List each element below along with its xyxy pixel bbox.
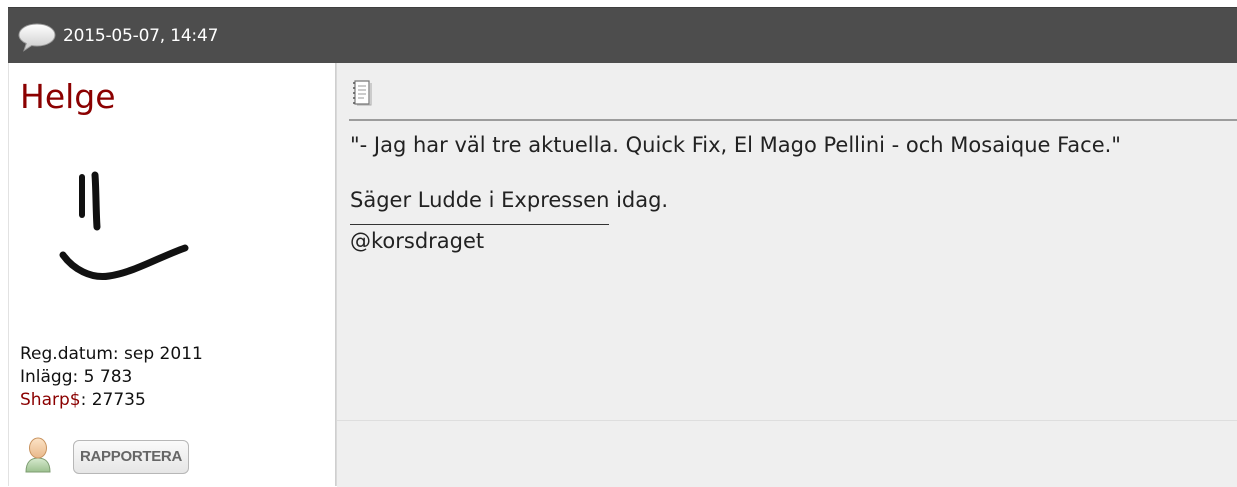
speech-bubble-icon: [18, 23, 56, 52]
forum-post: 2015-05-07, 14:47 Helge Reg.datum: sep 2…: [8, 7, 1237, 487]
signature-divider: [350, 224, 609, 225]
sharp-value: 27735: [91, 390, 146, 410]
signature: @korsdraget: [350, 229, 485, 253]
sharp-line: Sharp$: 27735: [20, 389, 203, 412]
message-body: "- Jag har väl tre aktuella. Quick Fix, …: [350, 131, 1230, 255]
reg-date-line: Reg.datum: sep 2011: [20, 343, 203, 366]
post-count-value: 5 783: [83, 367, 133, 387]
document-icon: [353, 80, 372, 106]
message-text: Säger Ludde i Expressen idag.: [350, 188, 669, 212]
user-info-panel: Helge Reg.datum: sep 2011 Inlägg: 5 783 …: [8, 63, 336, 486]
post-header: 2015-05-07, 14:47: [8, 7, 1237, 63]
username-link[interactable]: Helge: [20, 77, 116, 117]
sharp-separator: :: [80, 390, 87, 410]
message-quote: "- Jag har väl tre aktuella. Quick Fix, …: [350, 133, 1121, 157]
post-count-label: Inlägg:: [20, 367, 79, 387]
report-button[interactable]: RAPPORTERA: [73, 440, 189, 474]
reg-date-label: Reg.datum:: [20, 344, 119, 364]
reg-date-value: sep 2011: [124, 344, 203, 364]
message-divider: [349, 119, 1237, 121]
post-date: 2015-05-07, 14:47: [63, 26, 219, 46]
user-stats: Reg.datum: sep 2011 Inlägg: 5 783 Sharp$…: [20, 343, 203, 412]
user-profile-icon[interactable]: [24, 436, 52, 474]
post-content: "- Jag har väl tre aktuella. Quick Fix, …: [336, 63, 1237, 487]
avatar: [59, 171, 189, 281]
post-count-line: Inlägg: 5 783: [20, 366, 203, 389]
post-footer: [337, 420, 1237, 487]
sharp-label: Sharp$: [20, 390, 81, 410]
